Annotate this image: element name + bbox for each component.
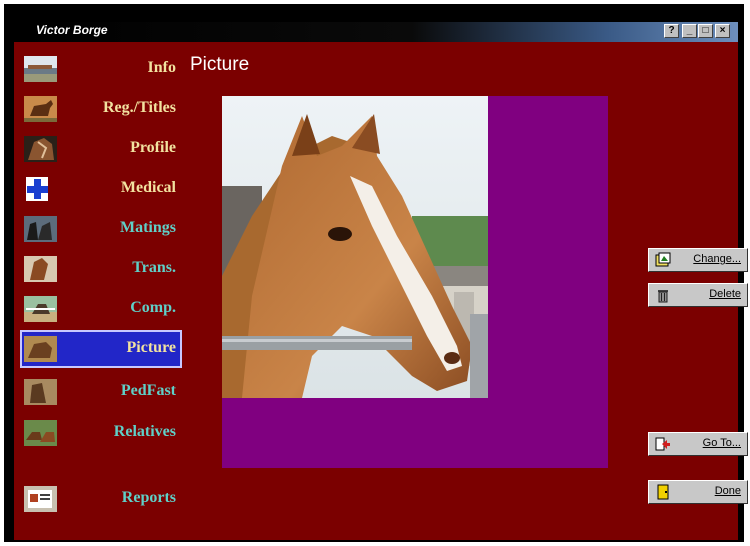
pedfast-photo-icon [24,379,57,405]
picture-change-icon [655,252,671,267]
change-button[interactable]: Change... [648,248,748,272]
sidebar-item-picture[interactable]: Picture [20,330,182,368]
sidebar-item-relatives[interactable]: Relatives [20,414,182,452]
delete-button[interactable]: Delete [648,283,748,307]
competition-photo-icon [24,296,57,322]
window-title: Victor Borge [36,23,108,37]
barn-photo-icon [24,56,57,82]
done-button[interactable]: Done [648,480,748,504]
sidebar-item-reg-titles[interactable]: Reg./Titles [20,90,182,128]
goto-button[interactable]: Go To... [648,432,748,456]
sidebar-item-label: Reg./Titles [102,99,176,116]
minimize-button[interactable]: _ [682,24,697,38]
maximize-button[interactable]: □ [698,24,713,38]
client-area: Info Reg./Titles Profile Medical Matings… [14,42,748,540]
sidebar-item-label: Relatives [113,423,176,440]
goto-label: Go To... [702,437,741,449]
horses-mating-photo-icon [24,216,57,242]
picture-photo-icon [24,336,57,362]
sidebar-item-trans[interactable]: Trans. [20,250,182,288]
sidebar-item-info[interactable]: Info [20,50,182,88]
sidebar-item-label: Trans. [132,259,176,276]
medical-cross-icon [26,177,48,201]
change-label: Change... [693,253,741,265]
trash-icon [658,290,668,303]
horse-head-photo-icon [24,136,57,162]
sidebar-item-label: Picture [126,339,176,356]
door-icon [657,484,669,500]
relatives-photo-icon [24,420,57,446]
close-button[interactable]: × [715,24,730,38]
title-bar[interactable]: Victor Borge ? _ □ × [14,22,738,42]
sidebar-item-label: Profile [130,139,176,156]
sidebar-item-reports[interactable]: Reports [20,480,182,518]
sidebar-item-medical[interactable]: Medical [20,170,182,208]
delete-label: Delete [709,288,741,300]
sidebar-item-label: Info [147,59,176,76]
sidebar-item-profile[interactable]: Profile [20,130,182,168]
sidebar-item-label: PedFast [120,382,176,399]
sidebar-item-label: Comp. [130,299,176,316]
goto-arrow-icon [655,437,670,451]
done-label: Done [714,485,741,497]
page-title: Picture [190,54,250,75]
sidebar-item-label: Reports [121,489,176,506]
sidebar-item-pedfast[interactable]: PedFast [20,373,182,411]
picture-panel [222,96,608,468]
sidebar-item-label: Medical [120,179,176,196]
help-button[interactable]: ? [664,24,679,38]
horse-photo [222,96,488,398]
reports-photo-icon [24,486,57,512]
horse-trans-photo-icon [24,256,57,282]
sidebar-item-label: Matings [120,219,176,236]
sidebar-item-comp[interactable]: Comp. [20,290,182,328]
sidebar-item-matings[interactable]: Matings [20,210,182,248]
horse-photo-icon [24,96,57,122]
